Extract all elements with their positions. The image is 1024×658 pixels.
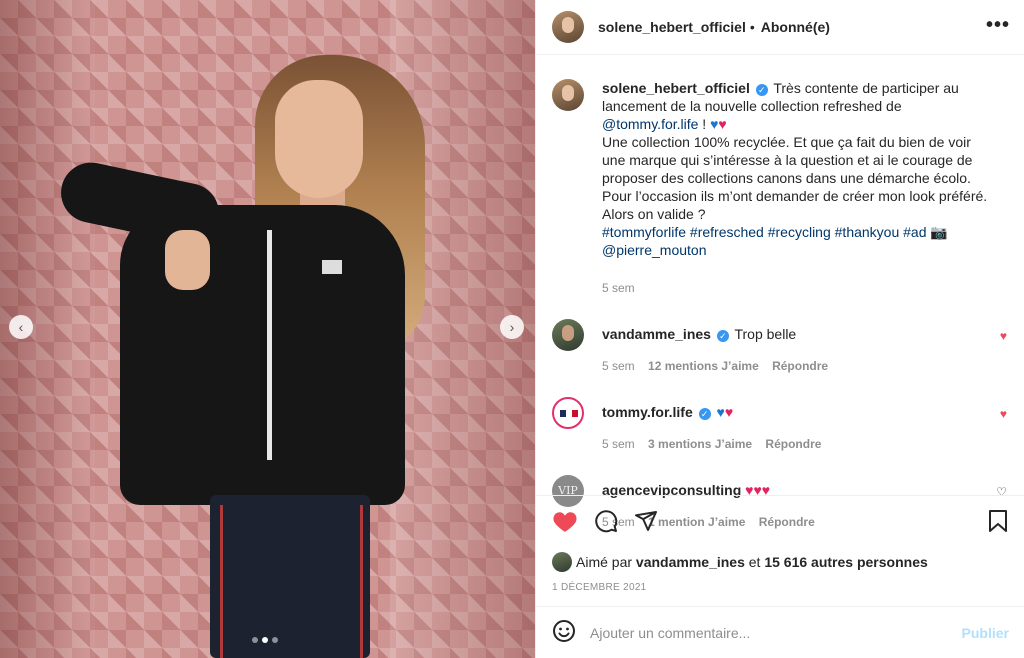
black-jacket (120, 205, 405, 505)
comment-item: tommy.for.life ✓ ♥♥ 5 sem 3 mentions J’a… (552, 397, 1009, 453)
post-media[interactable]: ‹ › (0, 0, 535, 658)
caption-username[interactable]: solene_hebert_officiel (602, 80, 750, 96)
caption-line-2: Une collection 100% recyclée. Et que ça … (602, 134, 973, 186)
pants-stripe-left (220, 505, 223, 658)
comment-like-heart-icon[interactable]: ♥ (1000, 329, 1007, 343)
liker-avatar[interactable] (552, 552, 572, 572)
comment-like-heart-icon[interactable]: ♥ (1000, 407, 1007, 421)
comment-time[interactable]: 5 sem (602, 359, 635, 373)
comment-bubble-icon[interactable] (594, 509, 618, 536)
jacket-zip (267, 230, 272, 460)
comments-list: solene_hebert_officiel ✓ Très contente d… (536, 55, 1024, 529)
caption-line-4: Alors on valide ? (602, 206, 706, 222)
credit-mention-link[interactable]: @pierre_mouton (602, 241, 992, 259)
header-separator: • (749, 19, 755, 35)
next-photo-button[interactable]: › (500, 315, 524, 339)
verified-badge-icon: ✓ (755, 84, 768, 96)
caption-time[interactable]: 5 sem (602, 279, 992, 297)
commenter-username[interactable]: tommy.for.life (602, 404, 693, 420)
like-heart-icon[interactable] (552, 509, 578, 536)
reply-button[interactable]: Répondre (772, 359, 828, 373)
chevron-left-icon: ‹ (18, 319, 24, 335)
comment-meta: 5 sem 12 mentions J’aime Répondre (602, 357, 992, 375)
more-options-icon[interactable]: ••• (986, 14, 1010, 37)
carousel-dot (252, 637, 258, 643)
camera-emoji-icon: 📷 (930, 224, 948, 240)
author-username[interactable]: solene_hebert_officiel (598, 19, 746, 35)
model-photo (55, 55, 425, 658)
carousel-dot-active (262, 637, 268, 643)
hashtags-link[interactable]: #tommyforlife #refresched #recycling #th… (602, 224, 927, 240)
verified-badge-icon: ✓ (716, 330, 729, 342)
other-likers-link[interactable]: 15 616 autres personnes (764, 554, 927, 570)
post-actions: Aimé par vandamme_ines et 15 616 autres … (536, 495, 1024, 603)
follow-status-button[interactable]: Abonné(e) (761, 19, 830, 35)
commenter-username[interactable]: vandamme_ines (602, 326, 711, 342)
face (275, 80, 363, 198)
bookmark-icon[interactable] (987, 509, 1009, 536)
add-comment-bar: Publier (536, 606, 1024, 658)
emoji-smiley-icon[interactable] (552, 619, 576, 646)
comment-time[interactable]: 5 sem (602, 437, 635, 451)
carousel-indicator (252, 637, 278, 643)
caption-avatar[interactable] (552, 79, 584, 111)
commenter-avatar[interactable] (552, 319, 584, 351)
verified-badge-icon: ✓ (698, 408, 711, 420)
comment-text: Trop belle (734, 326, 797, 342)
likes-connector: et (748, 554, 761, 570)
comment-body: vandamme_ines ✓ Trop belle 5 sem 12 ment… (602, 319, 992, 375)
author-avatar[interactable] (552, 11, 584, 43)
pants-stripe-right (360, 505, 363, 658)
previous-photo-button[interactable]: ‹ (9, 315, 33, 339)
publish-button[interactable]: Publier (962, 625, 1009, 641)
liker-username[interactable]: vandamme_ines (636, 554, 745, 570)
commenter-avatar[interactable] (552, 397, 584, 429)
reply-button[interactable]: Répondre (765, 437, 821, 451)
share-send-icon[interactable] (634, 509, 658, 536)
heart-emojis: ♥♥ (710, 116, 727, 132)
comment-input[interactable] (590, 624, 962, 641)
likes-summary: Aimé par vandamme_ines et 15 616 autres … (552, 552, 1009, 572)
caption-text-2: ! (698, 116, 711, 132)
caption-line-3: Pour l’occasion ils m’ont demander de cr… (602, 188, 988, 204)
comment-item: vandamme_ines ✓ Trop belle 5 sem 12 ment… (552, 319, 1009, 375)
caption-body: solene_hebert_officiel ✓ Très contente d… (602, 79, 992, 297)
action-icons (552, 506, 1009, 538)
likes-prefix: Aimé par (576, 554, 633, 570)
caption-hashtags-line: #tommyforlife #refresched #recycling #th… (602, 223, 992, 241)
post-header: solene_hebert_officiel • Abonné(e) ••• (536, 0, 1024, 55)
jacket-logo (322, 260, 342, 274)
caption: solene_hebert_officiel ✓ Très contente d… (552, 79, 1009, 297)
comment-heart-emojis: ♥♥ (716, 404, 734, 420)
chevron-right-icon: › (509, 319, 515, 335)
post-date[interactable]: 1 DÉCEMBRE 2021 (552, 582, 1009, 593)
navy-pants (210, 495, 370, 658)
post-details-panel: solene_hebert_officiel • Abonné(e) ••• s… (535, 0, 1024, 658)
comment-meta: 5 sem 3 mentions J’aime Répondre (602, 435, 992, 453)
carousel-dot (272, 637, 278, 643)
mention-link[interactable]: @tommy.for.life (602, 116, 698, 132)
comment-likes-count[interactable]: 12 mentions J’aime (648, 359, 759, 373)
comment-likes-count[interactable]: 3 mentions J’aime (648, 437, 752, 451)
comment-body: tommy.for.life ✓ ♥♥ 5 sem 3 mentions J’a… (602, 397, 992, 453)
tommy-logo (560, 410, 578, 417)
hand (165, 230, 210, 290)
